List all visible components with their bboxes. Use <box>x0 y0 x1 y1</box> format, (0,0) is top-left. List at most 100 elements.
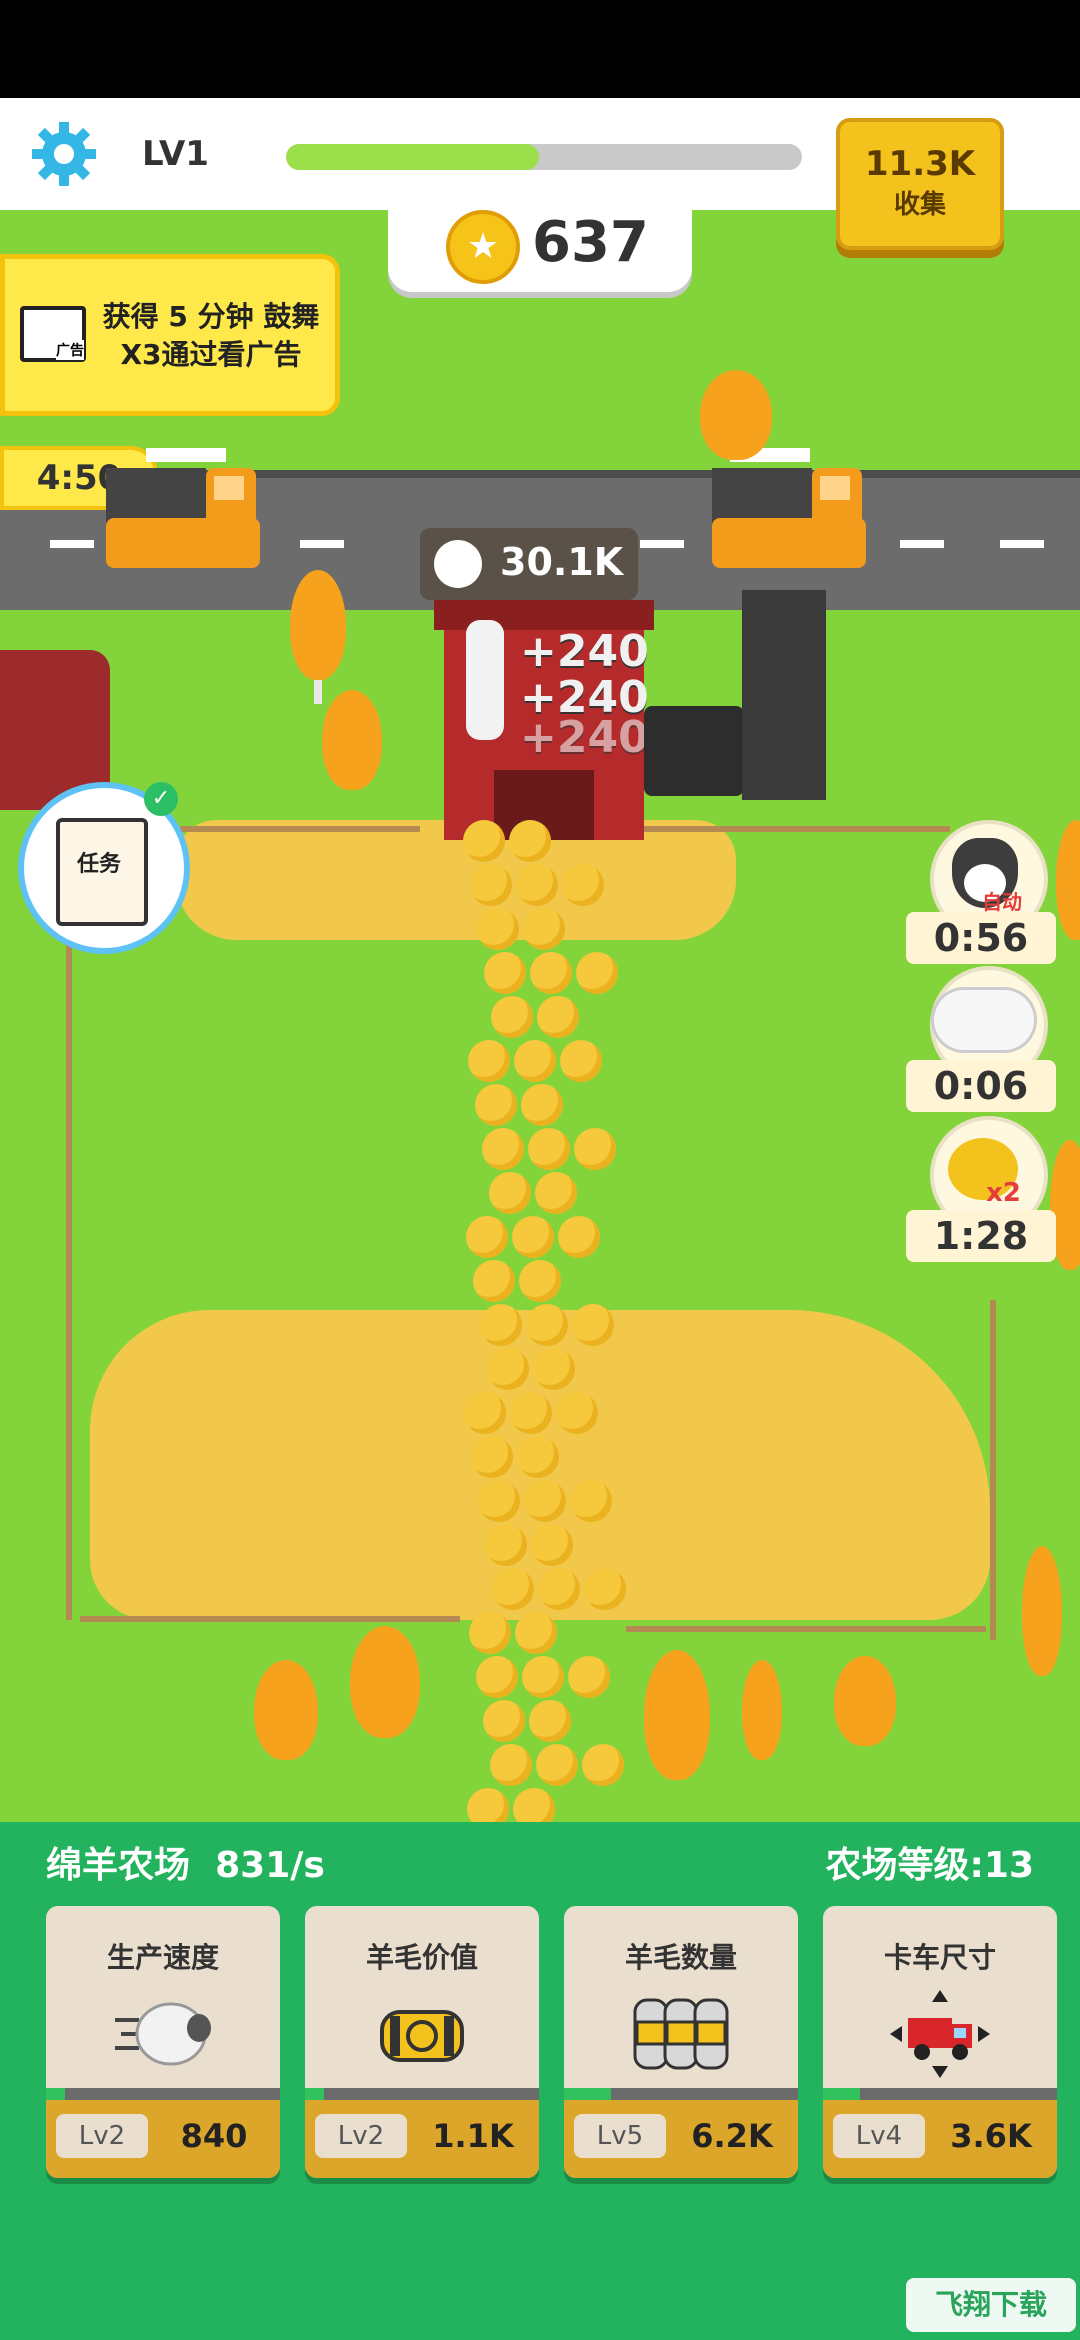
truck-window <box>214 476 244 500</box>
tree <box>254 1660 318 1760</box>
settings-gear-icon[interactable] <box>28 118 100 190</box>
upgrade-card-wool-value[interactable]: 羊毛价值 Lv2 1.1K <box>305 1906 539 2178</box>
upgrade-title: 生产速度 <box>106 1941 219 1974</box>
collect-button[interactable]: 11.3K 收集 <box>836 118 1004 250</box>
tree <box>834 1656 896 1746</box>
wool-bales-icon <box>633 1998 729 2070</box>
upgrade-level: Lv2 <box>315 2114 407 2158</box>
gold-coin <box>523 908 565 950</box>
gold-coin <box>487 1348 529 1390</box>
booster-timer: 1:28 <box>906 1210 1056 1262</box>
status-bar <box>0 0 1080 98</box>
upgrade-level: Lv2 <box>56 2114 148 2158</box>
upgrade-title: 羊毛价值 <box>365 1941 478 1974</box>
video-ad-icon: 广告 <box>20 306 86 362</box>
fence <box>626 1626 986 1632</box>
upgrade-buy-button[interactable]: Lv4 3.6K <box>823 2100 1057 2178</box>
upgrade-card-speed[interactable]: 生产速度 Lv2 840 <box>46 1906 280 2178</box>
gold-coin <box>530 952 572 994</box>
booster-timer: 0:56 <box>906 912 1056 964</box>
upgrade-level: Lv4 <box>833 2114 925 2158</box>
tree-trunk <box>314 680 322 704</box>
tree <box>1022 1546 1062 1676</box>
gold-coin <box>509 820 551 862</box>
ad-icon-text: 广告 <box>56 340 84 360</box>
upgrade-card-truck-size[interactable]: 卡车尺寸 Lv4 3.6K <box>823 1906 1057 2178</box>
road-dash <box>640 540 684 548</box>
level-progress-fill <box>286 144 539 170</box>
gold-coin <box>558 1216 600 1258</box>
wool-counter-value: 30.1K <box>500 540 624 584</box>
truck-window <box>820 476 850 500</box>
gold-coin <box>475 1084 517 1126</box>
gold-coin <box>491 996 533 1038</box>
task-label: 任务 <box>76 852 121 877</box>
gold-coin <box>476 1656 518 1698</box>
barn-income-label: +240 <box>520 712 649 763</box>
gold-coin <box>512 1216 554 1258</box>
gold-coin <box>576 952 618 994</box>
upgrade-progress-fill <box>564 2088 611 2100</box>
truck-right <box>712 448 866 576</box>
gold-coin <box>480 1304 522 1346</box>
gold-coin <box>489 1172 531 1214</box>
farm-name: 绵羊农场 <box>46 1845 191 1886</box>
collect-value: 11.3K <box>864 144 976 184</box>
gold-coin <box>492 1568 534 1610</box>
gold-coin <box>485 1524 527 1566</box>
upgrade-level: Lv5 <box>574 2114 666 2158</box>
fence <box>80 1616 460 1622</box>
gold-coin <box>463 820 505 862</box>
upgrade-buy-button[interactable]: Lv5 6.2K <box>564 2100 798 2178</box>
gold-coin <box>526 1304 568 1346</box>
watermark: 飞翔下载 <box>906 2278 1076 2332</box>
upgrade-progress <box>564 2088 798 2100</box>
upgrade-cost: 840 <box>180 2117 248 2155</box>
barn-income-label: +240 <box>520 626 649 677</box>
wool-bales <box>644 706 744 796</box>
upgrade-buy-button[interactable]: Lv2 1.1K <box>305 2100 539 2178</box>
upgrade-buy-button[interactable]: Lv2 840 <box>46 2100 280 2178</box>
upgrade-cost: 6.2K <box>691 2117 773 2155</box>
running-sheep-icon <box>115 2002 211 2066</box>
upgrade-progress-fill <box>823 2088 861 2100</box>
gold-coin <box>582 1744 624 1786</box>
upgrade-card-wool-amount[interactable]: 羊毛数量 Lv5 6.2K <box>564 1906 798 2178</box>
gold-coin <box>568 1656 610 1698</box>
ad-line-2: X3通过看广告 <box>120 338 302 371</box>
farm-rate: 831/s <box>215 1845 325 1886</box>
gold-coin <box>478 1480 520 1522</box>
upgrade-cost: 3.6K <box>950 2117 1032 2155</box>
gold-coin <box>517 1436 559 1478</box>
tree <box>644 1650 710 1780</box>
ad-line-1: 获得 5 分钟 鼓舞 <box>102 300 320 333</box>
wool-ball-icon <box>434 540 482 588</box>
tree <box>350 1626 420 1738</box>
gold-coin <box>572 1304 614 1346</box>
road-dash <box>300 540 344 548</box>
gold-coin <box>562 864 604 906</box>
gold-coin <box>574 1128 616 1170</box>
upgrade-progress <box>46 2088 280 2100</box>
wool-bundle-icon <box>380 2010 464 2062</box>
gold-coin <box>490 1744 532 1786</box>
gold-coin <box>471 1436 513 1478</box>
gold-coin <box>477 908 519 950</box>
gold-coin <box>516 864 558 906</box>
gold-coin <box>514 1040 556 1082</box>
fence <box>630 826 950 832</box>
booster-timer: 0:06 <box>906 1060 1056 1112</box>
truck-expand-icon <box>890 1990 990 2078</box>
farm-title: 绵羊农场 831/s <box>46 1836 325 1888</box>
road-dash <box>50 540 94 548</box>
gold-coin <box>510 1392 552 1434</box>
gold-coin <box>531 1524 573 1566</box>
star-icon: ★ <box>466 226 500 267</box>
gold-coin <box>519 1260 561 1302</box>
gold-coin <box>570 1480 612 1522</box>
gold-coin <box>464 1392 506 1434</box>
gold-coin <box>468 1040 510 1082</box>
road-dash <box>900 540 944 548</box>
tree <box>1056 820 1080 940</box>
road-dash <box>1000 540 1044 548</box>
